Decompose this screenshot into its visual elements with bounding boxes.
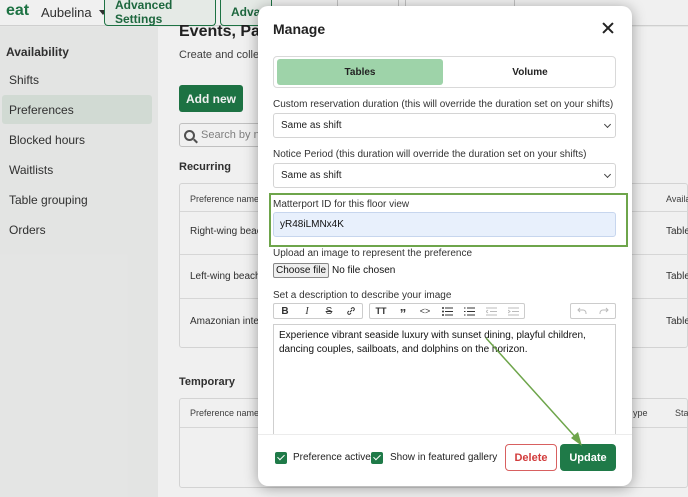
chevron-down-icon <box>603 170 612 179</box>
preference-active-checkbox[interactable] <box>275 452 287 464</box>
close-icon[interactable] <box>601 21 615 35</box>
bullet-list-button[interactable] <box>436 304 458 318</box>
undo-icon <box>577 307 587 314</box>
toolbar-group-block: TT ” <> <box>369 303 525 321</box>
footer-divider <box>258 434 632 435</box>
outdent-button[interactable] <box>480 304 502 318</box>
matterport-label: Matterport ID for this floor view <box>273 199 410 210</box>
tab-tables[interactable]: Tables <box>277 59 443 85</box>
file-status: No file chosen <box>332 265 396 276</box>
description-label: Set a description to describe your image <box>273 290 452 301</box>
notice-period-label: Notice Period (this duration will overri… <box>273 149 587 160</box>
delete-button[interactable]: Delete <box>505 444 557 471</box>
redo-icon <box>599 307 609 314</box>
manage-dialog: Manage Tables Volume Custom reservation … <box>258 6 632 486</box>
preference-active-label: Preference active <box>293 452 371 463</box>
update-button[interactable]: Update <box>560 444 616 471</box>
matterport-id-input[interactable]: yR48iLMNx4K <box>273 212 616 237</box>
mode-toggle: Tables Volume <box>273 56 616 88</box>
featured-gallery-checkbox[interactable] <box>371 452 383 464</box>
undo-button[interactable] <box>571 304 593 318</box>
dialog-title: Manage <box>273 21 326 37</box>
upload-label: Upload an image to represent the prefere… <box>273 248 473 259</box>
bullet-list-icon <box>441 306 453 316</box>
featured-gallery-label: Show in featured gallery <box>390 452 498 463</box>
italic-button[interactable]: I <box>296 304 318 318</box>
heading-button[interactable]: TT <box>370 304 392 318</box>
numbered-list-icon <box>463 307 475 315</box>
redo-button[interactable] <box>593 304 615 318</box>
strikethrough-button[interactable]: S <box>318 304 340 318</box>
reservation-duration-value: Same as shift <box>281 120 342 131</box>
toolbar-group-history <box>570 303 616 319</box>
quote-button[interactable]: ” <box>392 304 414 321</box>
link-icon <box>347 307 355 315</box>
notice-period-select[interactable]: Same as shift <box>273 163 616 188</box>
outdent-icon <box>485 307 497 315</box>
tab-volume[interactable]: Volume <box>447 59 613 85</box>
indent-button[interactable] <box>502 304 524 318</box>
toolbar-group-format: B I S <box>273 303 363 319</box>
numbered-list-button[interactable] <box>458 304 480 318</box>
chevron-down-icon <box>603 120 612 129</box>
editor-toolbar: B I S TT ” <> <box>273 303 616 321</box>
indent-icon <box>507 307 519 315</box>
reservation-duration-label: Custom reservation duration (this will o… <box>273 99 614 110</box>
notice-period-value: Same as shift <box>281 170 342 181</box>
bold-button[interactable]: B <box>274 304 296 318</box>
description-editor[interactable]: Experience vibrant seaside luxury with s… <box>273 324 616 434</box>
choose-file-button[interactable]: Choose file <box>273 263 329 278</box>
reservation-duration-select[interactable]: Same as shift <box>273 113 616 138</box>
link-button[interactable] <box>340 304 362 318</box>
code-button[interactable]: <> <box>414 304 436 318</box>
